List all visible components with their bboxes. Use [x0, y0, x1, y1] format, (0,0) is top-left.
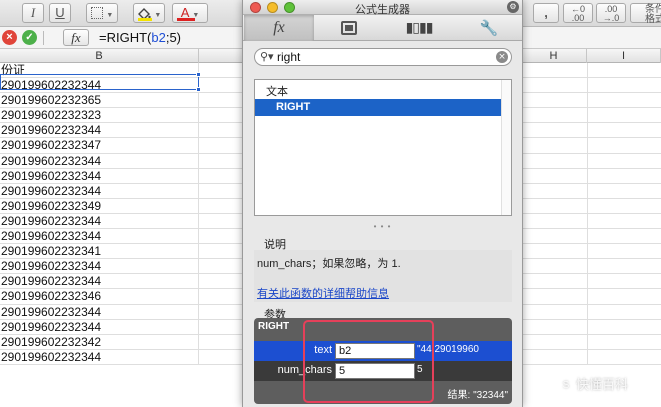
cell-b[interactable]: 290199602232346: [0, 289, 199, 305]
gear-icon[interactable]: ⚙: [507, 1, 519, 13]
cell-b[interactable]: 290199602232344: [0, 123, 199, 139]
search-icon: ⚲▾: [260, 50, 274, 63]
argument-name: num_chars: [277, 364, 332, 376]
cell-b[interactable]: 290199602232344: [0, 349, 199, 365]
decrease-decimal-button[interactable]: .00 →.0: [596, 3, 626, 23]
panel-splitter[interactable]: • • •: [243, 222, 522, 231]
gallery-icon: [341, 21, 357, 36]
column-header-h[interactable]: H: [521, 49, 587, 63]
formula-suffix: ;5): [165, 30, 182, 45]
panel-tabs: fx ▮▯▮▮ 🔧: [243, 15, 522, 41]
cell-b[interactable]: 290199602232342: [0, 334, 199, 350]
column-header-i[interactable]: I: [587, 49, 661, 63]
function-search[interactable]: ⚲▾ ×: [254, 48, 512, 66]
fill-color-button[interactable]: ▼: [133, 3, 165, 23]
tab-library[interactable]: ▮▯▮▮: [384, 15, 454, 41]
panel-titlebar[interactable]: 公式生成器 ⚙: [243, 0, 522, 16]
argument-row-text: text "44 29019960: [254, 341, 512, 361]
column-header-b[interactable]: B: [0, 49, 199, 63]
screen: I U ▼ ▼ A ▼ , ←0 .00 .00 →.0 条件 格式 × ✓ f…: [0, 0, 661, 407]
argument-result: "44 29019960: [417, 344, 479, 355]
cell-b[interactable]: 290199602232344: [0, 168, 199, 184]
description-text: num_chars；如果忽略，为 1.: [257, 258, 401, 270]
underline-button[interactable]: U: [49, 3, 71, 23]
separator: [43, 31, 44, 45]
tab-tools[interactable]: 🔧: [454, 15, 524, 41]
list-category: 文本: [266, 86, 288, 98]
confirm-icon[interactable]: ✓: [22, 30, 37, 45]
tab-formula-builder[interactable]: fx: [244, 15, 314, 41]
comma-style-button[interactable]: ,: [533, 3, 559, 23]
selected-cell[interactable]: [0, 72, 201, 92]
fill-color-swatch: [138, 18, 152, 21]
formula-input[interactable]: =RIGHT(b2;5): [99, 30, 181, 45]
chevron-down-icon: ▼: [154, 12, 162, 19]
watermark: S 快懂百科: [558, 374, 628, 394]
insert-function-button[interactable]: fx: [63, 29, 89, 46]
chevron-down-icon: ▼: [106, 12, 114, 19]
cell-b[interactable]: 290199602232344: [0, 304, 199, 320]
cell-b[interactable]: 290199602232347: [0, 138, 199, 154]
tab-gallery[interactable]: [314, 15, 384, 41]
selection-handle[interactable]: [196, 72, 201, 77]
argument-input-text[interactable]: [335, 343, 415, 359]
cancel-icon[interactable]: ×: [2, 30, 17, 45]
font-color-swatch: [177, 18, 195, 21]
font-color-button[interactable]: A ▼: [172, 3, 208, 23]
borders-button[interactable]: ▼: [86, 3, 118, 23]
increase-decimal-label-2: .00: [571, 13, 585, 23]
cell-b[interactable]: 290199602232344: [0, 153, 199, 169]
cell-b[interactable]: 290199602232344: [0, 274, 199, 290]
function-list: 文本 RIGHT: [254, 79, 512, 216]
cell-b[interactable]: 290199602232344: [0, 319, 199, 335]
formula-builder-panel: 公式生成器 ⚙ fx ▮▯▮▮ 🔧 ⚲▾ × 文本 RIGHT • • • 说明…: [242, 0, 523, 407]
decrease-decimal-label-2: →.0: [602, 13, 620, 23]
watermark-text: 快懂百科: [576, 377, 629, 392]
search-input[interactable]: [277, 49, 487, 65]
formula-prefix: =RIGHT(: [99, 30, 152, 45]
borders-icon: [90, 6, 103, 19]
cell-b[interactable]: 290199602232344: [0, 183, 199, 199]
arguments-box: RIGHT text "44 29019960 num_chars 5 结果: …: [254, 318, 512, 404]
conditional-format-label-2: 格式: [645, 14, 661, 25]
argument-input-num-chars[interactable]: [335, 363, 415, 379]
final-result: 结果: "32344": [447, 390, 508, 401]
clear-search-icon[interactable]: ×: [496, 51, 508, 63]
cell-b[interactable]: 290199602232344: [0, 213, 199, 229]
wrench-icon: 🔧: [479, 19, 499, 38]
cell-b[interactable]: 290199602232349: [0, 198, 199, 214]
cell-b[interactable]: 290199602232344: [0, 229, 199, 245]
cell-b[interactable]: 290199602232344: [0, 259, 199, 275]
help-link[interactable]: 有关此函数的详细帮助信息: [257, 285, 389, 301]
argument-result: 5: [417, 364, 423, 375]
cell-b[interactable]: 290199602232341: [0, 244, 199, 260]
formula-ref: b2: [151, 30, 166, 45]
conditional-format-button[interactable]: 条件 格式: [630, 3, 661, 25]
list-item-right[interactable]: RIGHT: [255, 99, 511, 116]
argument-name: text: [314, 344, 332, 356]
italic-button[interactable]: I: [22, 3, 44, 23]
increase-decimal-button[interactable]: ←0 .00: [563, 3, 593, 23]
watermark-logo-icon: S: [558, 377, 574, 394]
cell-b[interactable]: 290199602232365: [0, 93, 199, 109]
arguments-function-name: RIGHT: [258, 321, 290, 332]
cell-b[interactable]: 290199602232323: [0, 108, 199, 124]
description-box: num_chars；如果忽略，为 1. 有关此函数的详细帮助信息: [254, 250, 512, 302]
argument-row-num-chars: num_chars 5: [254, 361, 512, 381]
library-icon: ▮▯▮▮: [405, 20, 434, 37]
fill-handle[interactable]: [196, 87, 201, 92]
list-scrollbar[interactable]: [501, 80, 511, 215]
